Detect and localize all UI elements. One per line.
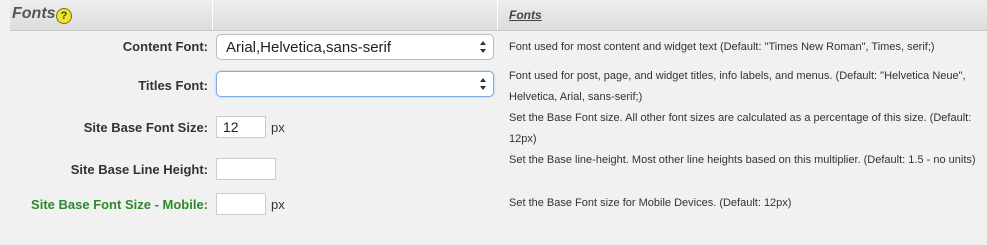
base-font-size-label: Site Base Font Size: xyxy=(83,120,208,135)
help-icon[interactable]: ? xyxy=(56,8,72,24)
mobile-font-size-unit: px xyxy=(271,197,285,212)
select-arrows-icon xyxy=(480,41,486,53)
content-font-select[interactable]: Arial,Helvetica,sans-serif xyxy=(216,34,494,60)
mobile-font-size-description: Set the Base Font size for Mobile Device… xyxy=(509,197,792,209)
base-font-size-description: Set the Base Font size. All other font s… xyxy=(509,112,972,145)
titles-font-select[interactable] xyxy=(216,71,494,97)
titles-font-label: Titles Font: xyxy=(138,78,208,93)
content-font-label: Content Font: xyxy=(122,39,208,54)
header-cell-title: Fonts ? xyxy=(10,0,213,30)
mobile-font-size-label: Site Base Font Size - Mobile: xyxy=(31,197,208,212)
content-font-description: Font used for most content and widget te… xyxy=(509,41,935,53)
select-arrows-icon xyxy=(480,78,486,90)
section-header: Fonts ? Fonts xyxy=(10,0,987,31)
header-cell-help: Fonts xyxy=(499,0,987,30)
mobile-font-size-input[interactable] xyxy=(216,193,266,215)
titles-font-description: Font used for post, page, and widget tit… xyxy=(509,70,966,103)
base-line-height-label: Site Base Line Height: xyxy=(70,162,208,177)
section-title: Fonts xyxy=(12,5,56,22)
header-cell-blank xyxy=(214,0,498,30)
help-heading: Fonts xyxy=(509,8,542,22)
base-line-height-description: Set the Base line-height. Most other lin… xyxy=(509,154,976,166)
base-line-height-input[interactable] xyxy=(216,158,276,180)
base-font-size-input[interactable]: 12 xyxy=(216,116,266,138)
content-font-value: Arial,Helvetica,sans-serif xyxy=(226,39,392,56)
base-font-size-unit: px xyxy=(271,120,285,135)
